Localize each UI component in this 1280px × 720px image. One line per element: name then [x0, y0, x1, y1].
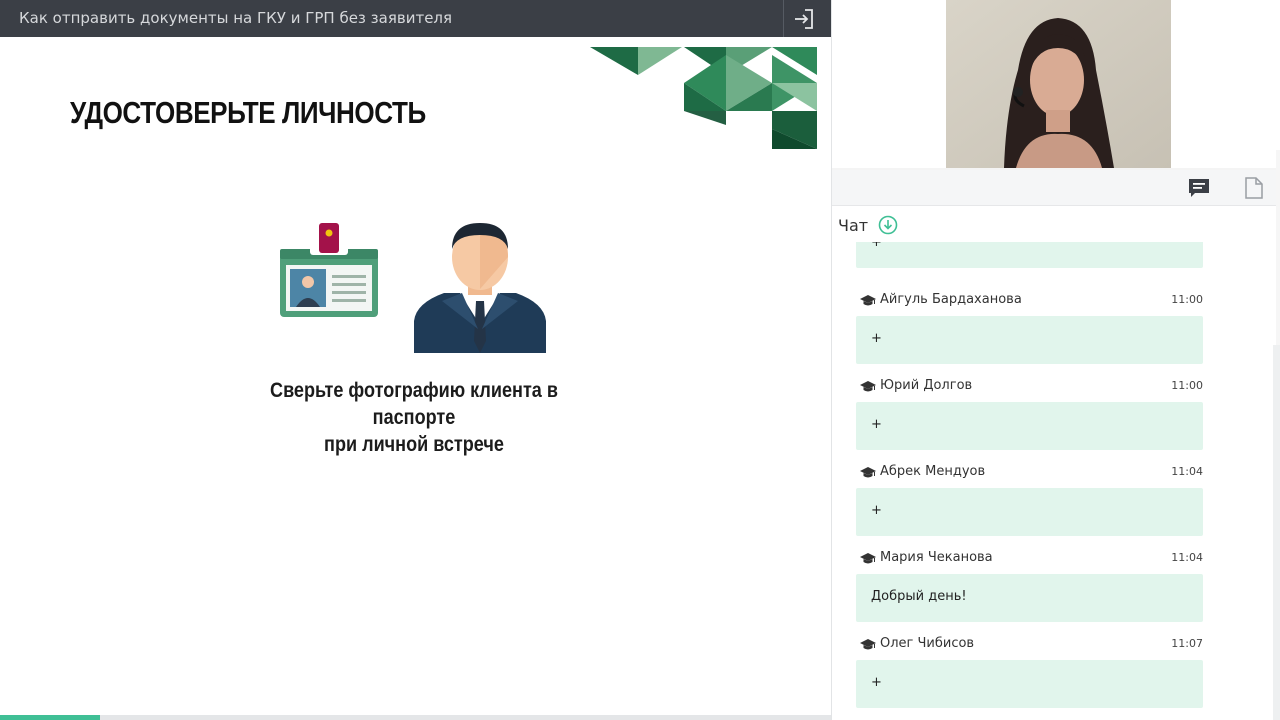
chat-message-bubble: Добрый день! — [856, 574, 1203, 622]
exit-icon — [795, 8, 813, 29]
chat-tab-button[interactable] — [1185, 175, 1213, 201]
chat-message-bubble: + — [856, 402, 1203, 450]
file-icon — [1245, 177, 1263, 199]
chat-message-text: + — [871, 675, 882, 690]
download-circle-icon — [878, 215, 898, 235]
chat-message-text: + — [871, 417, 882, 432]
exit-button[interactable] — [789, 4, 819, 33]
graduation-cap-icon — [860, 639, 876, 650]
chat-message-header: Мария Чеканова 11:04 — [858, 550, 1203, 568]
presentation-title: Как отправить документы на ГКУ и ГРП без… — [19, 9, 453, 27]
slide-title: УДОСТОВЕРЬТЕ ЛИЧНОСТЬ — [70, 95, 426, 130]
decorative-triangles — [590, 47, 817, 149]
slide-caption-line-2: при личной встрече — [324, 433, 504, 456]
slide-progress-fill — [0, 715, 100, 720]
topbar-divider — [783, 0, 784, 37]
slide: УДОСТОВЕРЬТЕ ЛИЧНОСТЬ Сверьте фотографию… — [0, 37, 831, 715]
person-illustration — [414, 223, 546, 353]
files-tab-button[interactable] — [1240, 175, 1268, 201]
side-toolbar — [832, 170, 1280, 206]
side-panel: Чат + Айгуль Бардаханова 11:00 + Юрий До… — [831, 0, 1280, 720]
chat-message-author: Абрек Мендуов — [880, 464, 986, 479]
chat-message-time: 11:07 — [1171, 637, 1203, 650]
chat-download-button[interactable] — [878, 215, 898, 235]
chat-message-bubble: + — [856, 242, 1203, 268]
presentation-topbar: Как отправить документы на ГКУ и ГРП без… — [0, 0, 831, 37]
chat-message-time: 11:00 — [1171, 379, 1203, 392]
chat-message-author: Мария Чеканова — [880, 550, 993, 565]
chat-message-list[interactable]: + Айгуль Бардаханова 11:00 + Юрий Долгов… — [832, 242, 1276, 720]
chat-message-text: + — [871, 331, 882, 346]
chat-message-author: Олег Чибисов — [880, 636, 975, 651]
chat-message-header: Айгуль Бардаханова 11:00 — [858, 292, 1203, 310]
chat-message-time: 11:00 — [1171, 293, 1203, 306]
chat-message-text: + — [871, 503, 882, 518]
chat-message-header: Олег Чибисов 11:07 — [858, 636, 1203, 654]
chat-scrollbar[interactable] — [1273, 345, 1280, 720]
chat-message-time: 11:04 — [1171, 551, 1203, 564]
graduation-cap-icon — [860, 381, 876, 392]
chat-message-text: Добрый день! — [871, 589, 967, 604]
id-card-illustration — [280, 223, 378, 317]
graduation-cap-icon — [860, 295, 876, 306]
chat-header: Чат — [832, 206, 1280, 242]
slide-progress-bar — [0, 715, 831, 720]
chat-message-author: Юрий Долгов — [880, 378, 973, 393]
chat-message-author: Айгуль Бардаханова — [880, 292, 1022, 307]
chat-message-header: Абрек Мендуов 11:04 — [858, 464, 1203, 482]
slide-caption: Сверьте фотографию клиента в паспорте пр… — [242, 377, 586, 458]
presentation-panel: Как отправить документы на ГКУ и ГРП без… — [0, 0, 831, 720]
chat-message-header: Юрий Долгов 11:00 — [858, 378, 1203, 396]
chat-icon — [1189, 179, 1209, 197]
chat-message-time: 11:04 — [1171, 465, 1203, 478]
graduation-cap-icon — [860, 467, 876, 478]
chat-message-bubble: + — [856, 660, 1203, 708]
webcam-video — [946, 0, 1171, 168]
graduation-cap-icon — [860, 553, 876, 564]
chat-message-text: + — [871, 242, 882, 250]
chat-title: Чат — [838, 216, 869, 235]
chat-message-bubble: + — [856, 488, 1203, 536]
slide-caption-line-1: Сверьте фотографию клиента в паспорте — [270, 379, 558, 429]
chat-message-bubble: + — [856, 316, 1203, 364]
presenter-video-frame — [946, 0, 1171, 168]
